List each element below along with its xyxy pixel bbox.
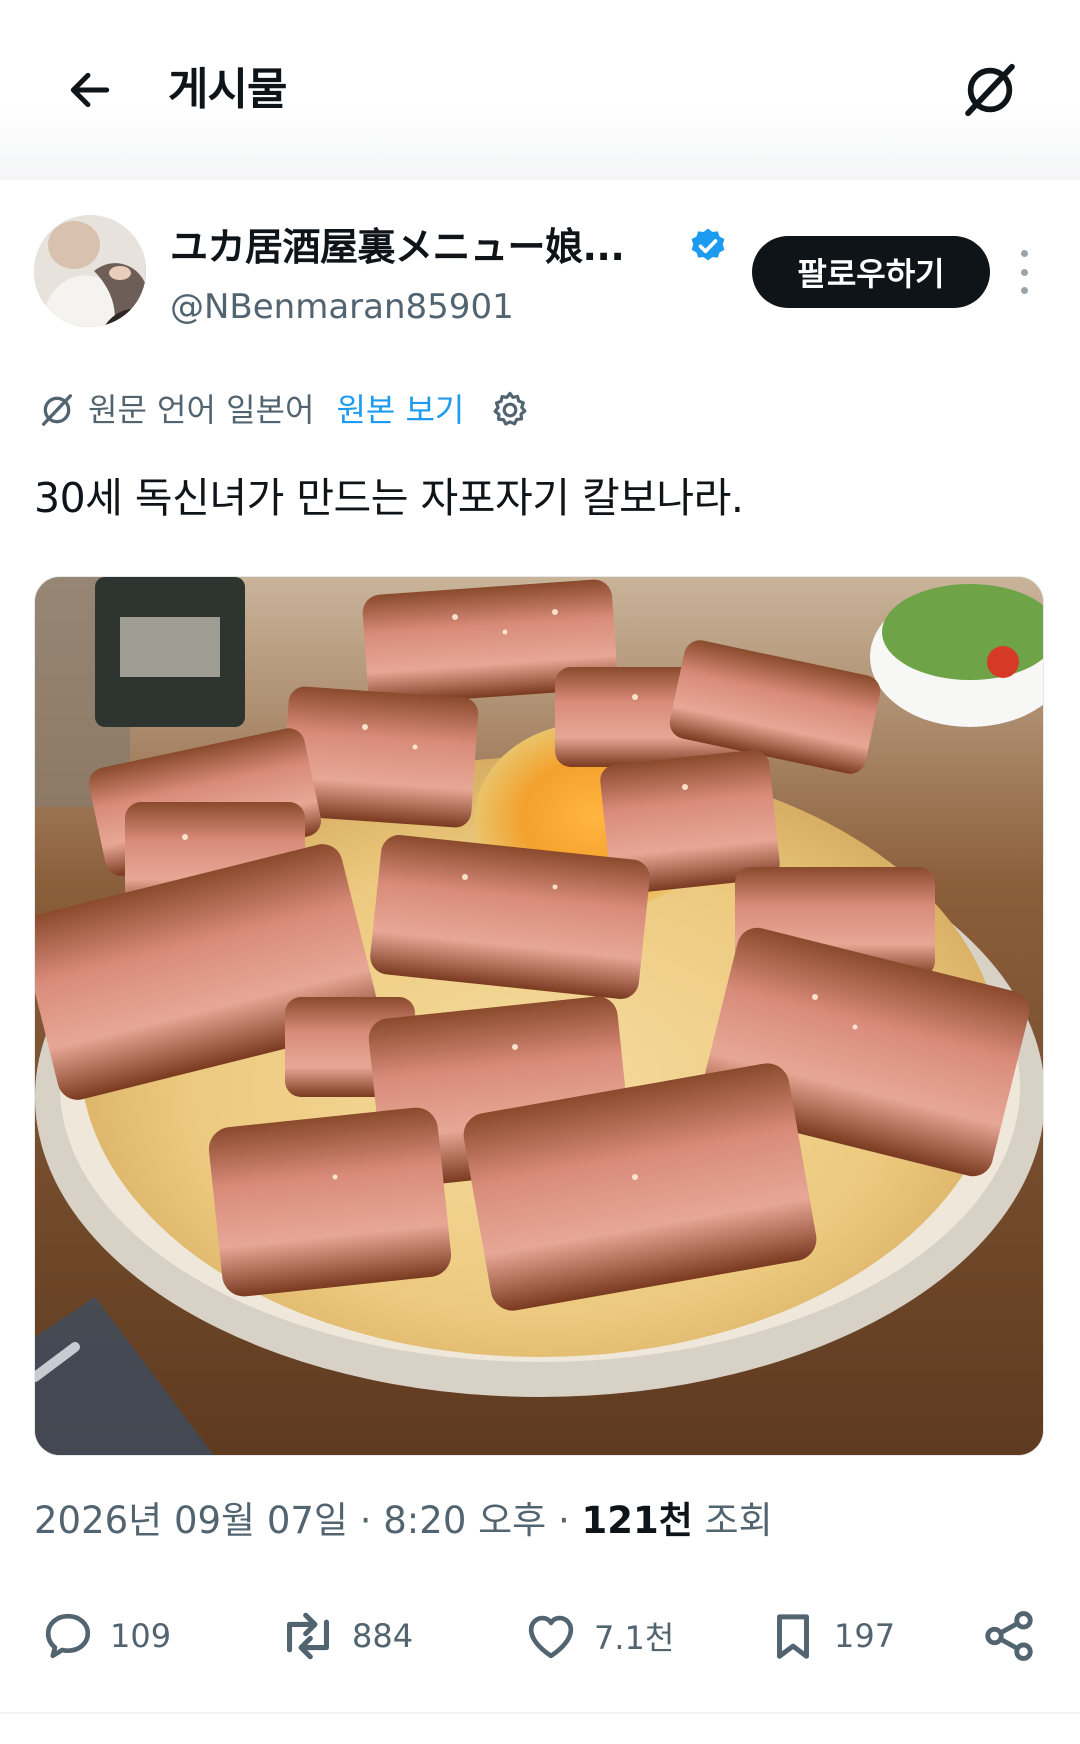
more-icon: [1020, 250, 1028, 257]
action-bar: 109 884 7.1천 197: [0, 1596, 1080, 1676]
repost-button[interactable]: 884: [278, 1596, 413, 1676]
meta-separator: ·: [347, 1499, 384, 1542]
views-count: 121천: [581, 1499, 693, 1542]
like-button[interactable]: 7.1천: [522, 1596, 674, 1676]
more-options-button[interactable]: [1008, 250, 1040, 294]
gear-icon: [493, 391, 527, 426]
translation-settings-button[interactable]: [488, 388, 532, 432]
top-bar: 게시물: [0, 0, 1080, 180]
meta-separator: ·: [546, 1499, 582, 1542]
post-date: 2026년 09월 07일: [34, 1499, 348, 1542]
bookmark-count: 197: [834, 1617, 896, 1655]
author-display-name[interactable]: ユカ居酒屋裏メニュー娘...: [170, 222, 625, 272]
translate-icon: [965, 63, 1015, 117]
bottom-divider: [0, 1712, 1080, 1714]
reply-icon: [45, 1613, 91, 1659]
reply-button[interactable]: 109: [40, 1596, 171, 1676]
view-original-link[interactable]: 원본 보기: [336, 388, 464, 432]
share-icon: [985, 1611, 1033, 1661]
carbonara-photo: [35, 577, 1043, 1455]
back-button[interactable]: [60, 60, 120, 120]
views-label: 조회: [692, 1499, 773, 1542]
follow-button[interactable]: 팔로우하기: [752, 236, 990, 308]
post-meta: 2026년 09월 07일 · 8:20 오후 · 121천 조회: [34, 1496, 773, 1546]
repost-icon: [287, 1612, 329, 1660]
like-count: 7.1천: [594, 1619, 675, 1657]
avatar[interactable]: [34, 215, 146, 327]
reply-count: 109: [110, 1617, 172, 1655]
repost-count: 884: [352, 1617, 414, 1655]
translate-button[interactable]: [955, 55, 1025, 125]
translation-bar: 원문 언어 일본어 원본 보기: [36, 386, 532, 434]
avatar-image: [34, 215, 146, 327]
author-handle[interactable]: @NBenmaran85901: [170, 285, 514, 329]
arrow-left-icon: [70, 72, 110, 108]
post-time: 8:20 오후: [383, 1499, 547, 1542]
bookmark-icon: [777, 1614, 809, 1659]
page-title: 게시물: [168, 64, 287, 115]
more-icon-dot: [1020, 287, 1028, 294]
post-image[interactable]: [34, 576, 1044, 1456]
verified-badge-icon: [691, 228, 725, 261]
bookmark-button[interactable]: 197: [766, 1596, 895, 1676]
post-text: 30세 독신녀가 만드는 자포자기 칼보나라.: [34, 474, 744, 522]
share-button[interactable]: [980, 1596, 1038, 1676]
source-language-label: 원문 언어 일본어: [88, 391, 315, 429]
translate-icon: [36, 389, 78, 431]
more-icon-dot: [1020, 268, 1028, 276]
like-icon: [528, 1615, 574, 1659]
